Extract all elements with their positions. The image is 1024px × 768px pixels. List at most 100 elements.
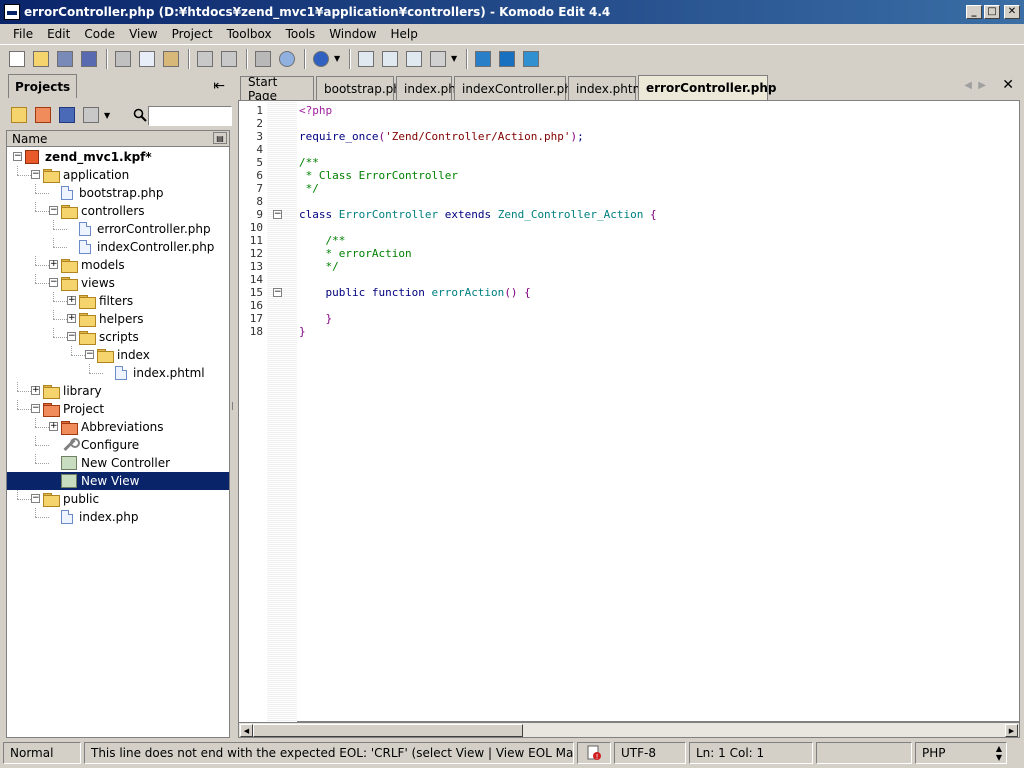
save-icon[interactable] bbox=[54, 48, 76, 70]
tree-item[interactable]: errorController.php bbox=[79, 220, 211, 238]
scroll-left-icon[interactable]: ◀ bbox=[240, 724, 253, 737]
expand-toggle-icon[interactable]: + bbox=[49, 260, 58, 269]
tree-item[interactable]: Configure bbox=[61, 436, 139, 454]
tree-item[interactable]: index bbox=[97, 346, 150, 364]
copy-icon[interactable] bbox=[136, 48, 158, 70]
find-icon[interactable] bbox=[276, 48, 298, 70]
tree-item[interactable]: index.php bbox=[61, 508, 138, 526]
editor-tab[interactable]: index.php bbox=[396, 76, 463, 100]
expand-toggle-icon[interactable]: + bbox=[49, 422, 58, 431]
tree-item[interactable]: zend_mvc1.kpf* bbox=[25, 148, 152, 166]
scrollbar-thumb[interactable] bbox=[253, 724, 523, 737]
tree-item[interactable]: bootstrap.php bbox=[61, 184, 164, 202]
tree-item[interactable]: New View bbox=[7, 472, 229, 490]
print-icon[interactable] bbox=[252, 48, 274, 70]
collapse-toggle-icon[interactable]: − bbox=[49, 278, 58, 287]
tree-item[interactable]: scripts bbox=[79, 328, 139, 346]
extensions-icon[interactable] bbox=[520, 48, 542, 70]
editor-tab[interactable]: bootstrap.php bbox=[316, 76, 409, 100]
collapse-toggle-icon[interactable]: − bbox=[49, 206, 58, 215]
cut-icon[interactable] bbox=[112, 48, 134, 70]
tree-item[interactable]: helpers bbox=[79, 310, 144, 328]
collapse-toggle-icon[interactable]: − bbox=[31, 404, 40, 413]
new-file-icon[interactable] bbox=[6, 48, 28, 70]
tree-item[interactable]: index.phtml bbox=[115, 364, 205, 382]
expand-toggle-icon[interactable]: + bbox=[67, 314, 76, 323]
komodo-site-icon[interactable] bbox=[472, 48, 494, 70]
minimize-button[interactable]: _ bbox=[966, 5, 982, 19]
language-dropdown-icon[interactable]: ▲ ▼ bbox=[996, 744, 1002, 762]
pane-splitter[interactable] bbox=[231, 74, 236, 738]
code-area[interactable]: <?php require_once('Zend/Controller/Actio… bbox=[299, 101, 1019, 723]
open-project-icon[interactable] bbox=[32, 104, 54, 126]
editor-tab[interactable]: errorController.php bbox=[638, 75, 776, 100]
new-project-icon[interactable] bbox=[8, 104, 30, 126]
editor-tab[interactable]: Start Page bbox=[240, 75, 314, 103]
toggle-left-pane-icon[interactable] bbox=[355, 48, 377, 70]
toggle-right-pane-icon[interactable] bbox=[379, 48, 401, 70]
horizontal-scrollbar[interactable]: ◀ ▶ bbox=[238, 722, 1020, 738]
maximize-button[interactable]: □ bbox=[984, 5, 1000, 19]
community-icon[interactable] bbox=[496, 48, 518, 70]
project-filter-input[interactable] bbox=[148, 106, 232, 126]
collapse-toggle-icon[interactable]: − bbox=[31, 170, 40, 179]
menu-help[interactable]: Help bbox=[384, 27, 425, 41]
check-status-icon[interactable]: ! bbox=[577, 742, 611, 764]
menu-view[interactable]: View bbox=[122, 27, 164, 41]
browser-preview-icon[interactable] bbox=[310, 48, 332, 70]
open-file-icon[interactable] bbox=[30, 48, 52, 70]
tree-item[interactable]: library bbox=[43, 382, 102, 400]
collapse-pane-icon[interactable]: ⇤ bbox=[213, 78, 225, 94]
tree-item[interactable]: public bbox=[43, 490, 99, 508]
tree-item[interactable]: indexController.php bbox=[79, 238, 214, 256]
save-project-icon[interactable] bbox=[56, 104, 78, 126]
close-tab-icon[interactable]: ✕ bbox=[1002, 77, 1014, 93]
collapse-toggle-icon[interactable]: − bbox=[13, 152, 22, 161]
browser-preview-dropdown-icon[interactable]: ▼ bbox=[334, 54, 342, 63]
expand-toggle-icon[interactable]: + bbox=[31, 386, 40, 395]
tree-item[interactable]: filters bbox=[79, 292, 133, 310]
editor-tab[interactable]: index.phtml bbox=[568, 76, 648, 100]
menu-toolbox[interactable]: Toolbox bbox=[220, 27, 279, 41]
menu-file[interactable]: File bbox=[6, 27, 40, 41]
app-icon[interactable] bbox=[4, 4, 20, 20]
menu-window[interactable]: Window bbox=[322, 27, 383, 41]
expand-toggle-icon[interactable]: + bbox=[67, 296, 76, 305]
tab-scroll-arrows-icon[interactable]: ◀ ▶ bbox=[964, 80, 986, 91]
macro-dropdown-icon[interactable]: ▼ bbox=[451, 54, 459, 63]
tree-item[interactable]: application bbox=[43, 166, 129, 184]
fold-toggle-icon[interactable]: − bbox=[273, 210, 282, 219]
tree-item[interactable]: controllers bbox=[61, 202, 145, 220]
add-item-dropdown-icon[interactable]: ▼ bbox=[104, 111, 112, 120]
save-all-icon[interactable] bbox=[78, 48, 100, 70]
code-editor[interactable]: 1 2 3 4 5 6 7 8 9 10 11 12 13 14 15 16 17 18 <?php require… bbox=[238, 100, 1020, 723]
macro-icon[interactable] bbox=[427, 48, 449, 70]
collapse-toggle-icon[interactable]: − bbox=[31, 494, 40, 503]
close-button[interactable]: ✕ bbox=[1004, 5, 1020, 19]
menu-edit[interactable]: Edit bbox=[40, 27, 77, 41]
menu-code[interactable]: Code bbox=[77, 27, 122, 41]
column-picker-icon[interactable]: ▤ bbox=[213, 132, 227, 144]
status-encoding[interactable]: UTF-8 bbox=[614, 742, 686, 764]
tree-item[interactable]: Project bbox=[43, 400, 104, 418]
menu-tools[interactable]: Tools bbox=[279, 27, 323, 41]
collapse-toggle-icon[interactable]: − bbox=[67, 332, 76, 341]
editor-tab[interactable]: indexController.php bbox=[454, 76, 579, 100]
tree-item[interactable]: models bbox=[61, 256, 125, 274]
collapse-toggle-icon[interactable]: − bbox=[85, 350, 94, 359]
line-number: 16 bbox=[249, 299, 263, 312]
add-item-icon[interactable] bbox=[80, 104, 102, 126]
tree-item[interactable]: Abbreviations bbox=[61, 418, 164, 436]
scroll-right-icon[interactable]: ▶ bbox=[1005, 724, 1018, 737]
tree-item[interactable]: views bbox=[61, 274, 115, 292]
undo-icon[interactable] bbox=[194, 48, 216, 70]
tab-projects[interactable]: Projects bbox=[8, 74, 78, 98]
language-select[interactable]: PHP ▲ ▼ bbox=[915, 742, 1007, 764]
menu-project[interactable]: Project bbox=[165, 27, 220, 41]
redo-icon[interactable] bbox=[218, 48, 240, 70]
fold-toggle-icon[interactable]: − bbox=[273, 288, 282, 297]
toggle-bottom-pane-icon[interactable] bbox=[403, 48, 425, 70]
tree-item[interactable]: New Controller bbox=[61, 454, 170, 472]
paste-icon[interactable] bbox=[160, 48, 182, 70]
tree-column-header[interactable]: Name ▤ bbox=[7, 131, 229, 147]
